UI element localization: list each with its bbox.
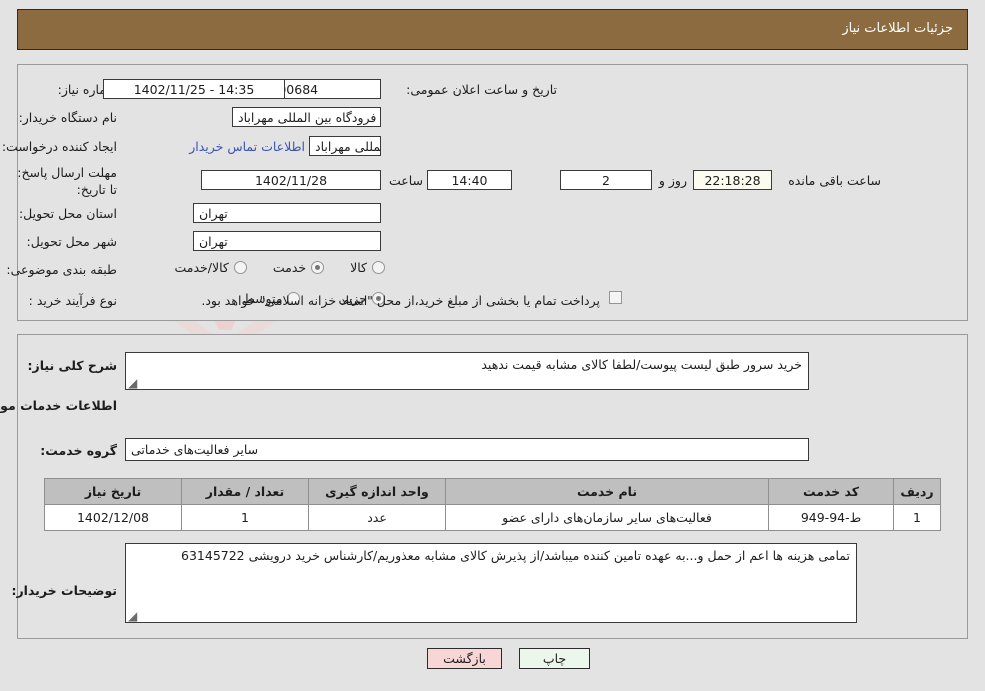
category-option-kala-label: کالا — [350, 260, 367, 275]
province-value: تهران — [193, 203, 381, 223]
province-label: استان محل تحویل: — [18, 206, 117, 221]
service-group-label: گروه خدمت: — [40, 443, 117, 458]
city-value: تهران — [193, 231, 381, 251]
category-label: طبقه بندی موضوعی: — [6, 262, 117, 277]
general-desc-label: شرح کلی نیاز: — [27, 358, 117, 373]
treasury-note: پرداخت تمام یا بخشی از مبلغ خرید،از محل … — [201, 293, 600, 308]
remaining-time-value: 22:18:28 — [693, 170, 772, 190]
category-option-khedmat-label: خدمت — [272, 260, 307, 275]
treasury-checkbox-wrap[interactable] — [609, 291, 622, 304]
general-desc-value: خرید سرور طبق لیست پیوست/لطفا کالای مشاب… — [481, 357, 802, 372]
page-root: AriaTender.neT جزئیات اطلاعات نیاز شماره… — [0, 0, 985, 691]
category-option-kala[interactable]: کالا — [350, 260, 385, 275]
buyer-notes-label: توضیحات خریدار: — [11, 583, 117, 598]
cell-service-code: ط-94-949 — [768, 504, 894, 531]
treasury-checkbox[interactable] — [609, 291, 622, 304]
buyer-org-label: نام دستگاه خریدار: — [18, 110, 117, 125]
buyer-notes-textarea[interactable]: تمامی هزینه ها اعم از حمل و...به عهده تا… — [125, 543, 857, 623]
services-table: ردیف کد خدمت نام خدمت واحد اندازه گیری ت… — [44, 478, 941, 531]
need-info-panel — [17, 64, 968, 321]
resize-grip-icon[interactable]: ◣ — [128, 376, 140, 389]
col-quantity: تعداد / مقدار — [181, 478, 309, 505]
table-header-row: ردیف کد خدمت نام خدمت واحد اندازه گیری ت… — [44, 478, 941, 505]
deadline-date-value: 1402/11/28 — [201, 170, 381, 190]
radio-dot-icon[interactable] — [372, 261, 385, 274]
category-option-kala-khedmat-label: کالا/خدمت — [174, 260, 229, 275]
requester-value: جواد نجمی سرپرست اداره تدارکات اداره کل … — [309, 136, 381, 156]
general-desc-textarea[interactable]: خرید سرور طبق لیست پیوست/لطفا کالای مشاب… — [125, 352, 809, 390]
buyer-contact-link[interactable]: اطلاعات تماس خریدار — [110, 139, 305, 154]
col-unit: واحد اندازه گیری — [308, 478, 446, 505]
table-row: 1 ط-94-949 فعالیت‌های سایر سازمان‌های دا… — [44, 504, 941, 531]
deadline-hour-label: ساعت — [388, 173, 423, 188]
city-label: شهر محل تحویل: — [26, 234, 117, 249]
service-group-value: سایر فعالیت‌های خدماتی — [125, 438, 809, 461]
remaining-days-label: روز و — [658, 173, 687, 188]
announce-datetime-label: تاریخ و ساعت اعلان عمومی: — [406, 82, 557, 97]
buyer-org-value: اداره کل فرودگاه بین المللی مهراباد — [232, 107, 381, 127]
category-option-kala-khedmat[interactable]: کالا/خدمت — [174, 260, 247, 275]
print-button[interactable]: چاپ — [519, 648, 590, 669]
cell-service-name: فعالیت‌های سایر سازمان‌های دارای عضو — [445, 504, 769, 531]
back-button[interactable]: بازگشت — [427, 648, 502, 669]
cell-need-date: 1402/12/08 — [44, 504, 182, 531]
cell-quantity: 1 — [181, 504, 309, 531]
category-option-khedmat[interactable]: خدمت — [272, 260, 325, 275]
services-info-title: اطلاعات خدمات مورد نیاز — [0, 398, 117, 413]
radio-dot-icon[interactable] — [311, 261, 325, 274]
deadline-label: مهلت ارسال پاسخ: تا تاریخ: — [17, 165, 117, 197]
col-service-code: کد خدمت — [768, 478, 894, 505]
process-label: نوع فرآیند خرید : — [28, 293, 117, 308]
col-service-name: نام خدمت — [445, 478, 769, 505]
remaining-days-value: 2 — [560, 170, 652, 190]
buyer-notes-value: تمامی هزینه ها اعم از حمل و...به عهده تا… — [181, 548, 850, 563]
category-radio-group[interactable]: کالا خدمت کالا/خدمت — [174, 260, 385, 275]
radio-dot-icon[interactable] — [233, 261, 247, 274]
remaining-time-label: ساعت باقی مانده — [788, 173, 881, 188]
announce-datetime-value: 14:35 - 1402/11/25 — [103, 79, 285, 99]
resize-grip-icon[interactable]: ◣ — [128, 609, 140, 622]
col-need-date: تاریخ نیاز — [44, 478, 182, 505]
page-title-bar: جزئیات اطلاعات نیاز — [17, 9, 968, 50]
deadline-hour-value: 14:40 — [427, 170, 512, 190]
page-title: جزئیات اطلاعات نیاز — [842, 21, 953, 36]
cell-row-no: 1 — [893, 504, 941, 531]
col-row-no: ردیف — [893, 478, 941, 505]
cell-unit: عدد — [308, 504, 446, 531]
requester-label: ایجاد کننده درخواست: — [1, 139, 117, 154]
